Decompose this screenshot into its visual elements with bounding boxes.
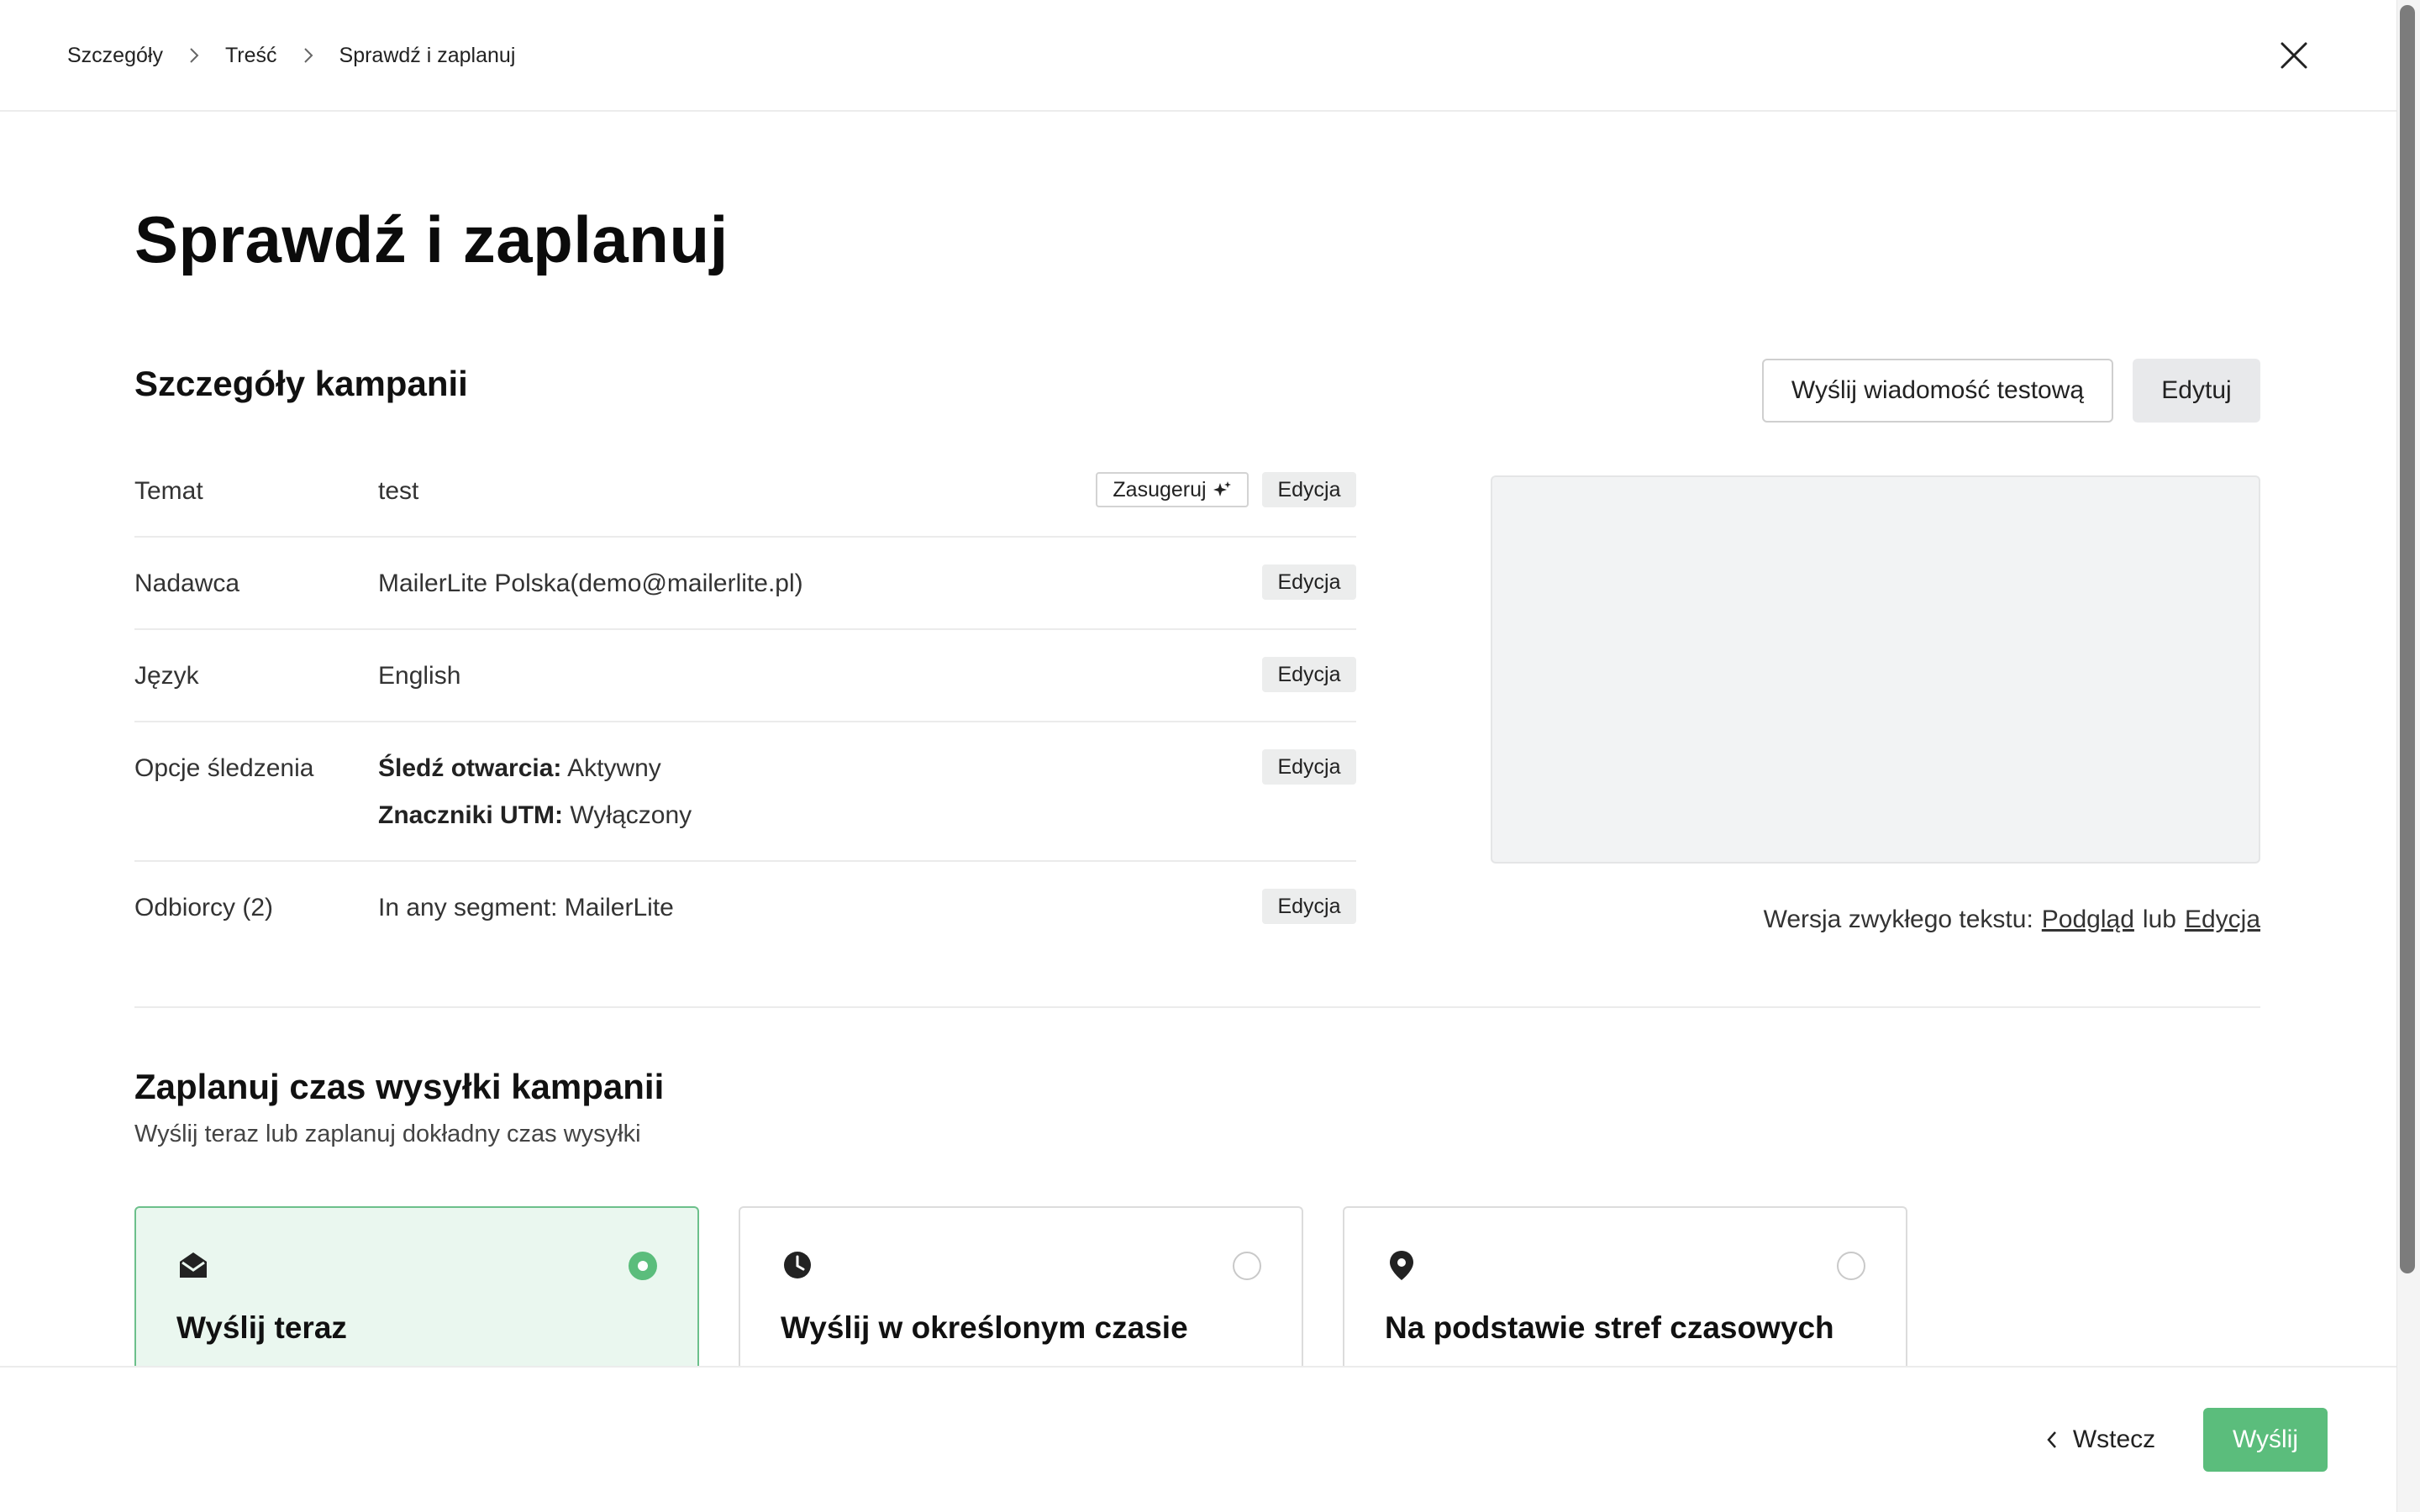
detail-row-subject: Temat test Zasugeruj Edycja: [134, 445, 1356, 538]
detail-value: MailerLite Polska(demo@mailerlite.pl): [378, 570, 803, 597]
option-title: Wyślij w określonym czasie: [781, 1310, 1188, 1345]
top-bar: Szczegóły Treść Sprawdź i zaplanuj: [0, 0, 2396, 112]
detail-row-tracking: Opcje śledzenia Śledź otwarcia: Aktywny …: [134, 722, 1356, 862]
plain-text-prefix: Wersja zwykłego tekstu:: [1763, 906, 2033, 933]
utm-value: Wyłączony: [570, 801, 692, 829]
schedule-option-send-now[interactable]: Wyślij teraz: [134, 1206, 699, 1374]
plain-text-or: lub: [2142, 906, 2176, 933]
option-title: Na podstawie stref czasowych: [1385, 1310, 1834, 1345]
suggest-subject-button[interactable]: Zasugeruj: [1096, 472, 1249, 507]
map-pin-icon: [1390, 1251, 1413, 1280]
back-button[interactable]: Wstecz: [2033, 1408, 2168, 1472]
plain-text-preview-link[interactable]: Podgląd: [2042, 906, 2134, 934]
campaign-details-title: Szczegóły kampanii: [134, 364, 468, 403]
detail-value: In any segment: MailerLite: [378, 894, 674, 921]
close-button[interactable]: [2275, 37, 2312, 74]
close-icon: [2281, 42, 2307, 69]
edit-language-button[interactable]: Edycja: [1262, 657, 1356, 692]
edit-subject-button[interactable]: Edycja: [1262, 472, 1356, 507]
schedule-option-timezones[interactable]: Na podstawie stref czasowych: [1343, 1206, 1907, 1374]
tracking-utm: Znaczniki UTM: Wyłączony: [378, 801, 692, 830]
detail-row-recipients: Odbiorcy (2) In any segment: MailerLite …: [134, 862, 1356, 954]
edit-sender-button[interactable]: Edycja: [1262, 564, 1356, 600]
chevron-right-icon: [163, 46, 225, 65]
detail-label: Język: [134, 662, 199, 690]
plain-text-edit-link[interactable]: Edycja: [2185, 906, 2260, 934]
breadcrumb-item-content[interactable]: Treść: [225, 44, 277, 68]
radio-unselected[interactable]: [1837, 1252, 1865, 1280]
detail-label: Odbiorcy (2): [134, 894, 274, 921]
page-title: Sprawdź i zaplanuj: [134, 202, 729, 276]
breadcrumb-item-review: Sprawdź i zaplanuj: [339, 43, 516, 67]
breadcrumb: Szczegóły Treść Sprawdź i zaplanuj: [67, 39, 515, 72]
suggest-label: Zasugeruj: [1113, 477, 1207, 501]
detail-row-sender: Nadawca MailerLite Polska(demo@mailerlit…: [134, 538, 1356, 630]
tracking-opens: Śledź otwarcia: Aktywny: [378, 754, 661, 783]
back-label: Wstecz: [2072, 1425, 2156, 1453]
radio-selected[interactable]: [629, 1252, 657, 1280]
tracking-opens-label: Śledź otwarcia:: [378, 754, 562, 782]
sparkles-icon: [1213, 481, 1231, 496]
breadcrumb-item-details[interactable]: Szczegóły: [67, 44, 163, 68]
detail-label: Opcje śledzenia: [134, 754, 314, 782]
edit-recipients-button[interactable]: Edycja: [1262, 889, 1356, 924]
chevron-right-icon: [277, 46, 339, 65]
plain-text-version: Wersja zwykłego tekstu: Podgląd lub Edyc…: [1764, 906, 2260, 934]
campaign-details-table: Temat test Zasugeruj Edycja Nadawca Mail…: [134, 445, 1356, 954]
utm-label: Znaczniki UTM:: [378, 801, 564, 829]
tracking-opens-value: Aktywny: [567, 754, 661, 782]
detail-value: English: [378, 662, 461, 690]
schedule-option-specific-time[interactable]: Wyślij w określonym czasie: [739, 1206, 1303, 1374]
edit-tracking-button[interactable]: Edycja: [1262, 749, 1356, 785]
detail-label: Nadawca: [134, 570, 240, 597]
detail-value: test: [378, 477, 419, 505]
send-test-button[interactable]: Wyślij wiadomość testową: [1762, 359, 2113, 423]
email-preview-thumbnail[interactable]: [1491, 475, 2260, 864]
scrollbar-thumb[interactable]: [2400, 5, 2415, 1273]
radio-unselected[interactable]: [1233, 1252, 1261, 1280]
envelope-open-icon: [180, 1252, 207, 1278]
send-button[interactable]: Wyślij: [2203, 1408, 2328, 1472]
schedule-title: Zaplanuj czas wysyłki kampanii: [134, 1067, 665, 1106]
campaign-review-page: Szczegóły Treść Sprawdź i zaplanuj Spraw…: [0, 0, 2420, 1512]
clock-icon: [784, 1252, 811, 1278]
schedule-subtitle: Wyślij teraz lub zaplanuj dokładny czas …: [134, 1121, 641, 1147]
detail-label: Temat: [134, 477, 203, 505]
edit-design-button[interactable]: Edytuj: [2133, 359, 2260, 423]
chevron-left-icon: [2047, 1431, 2056, 1448]
option-title: Wyślij teraz: [176, 1310, 347, 1345]
section-divider: [134, 1006, 2260, 1008]
detail-row-language: Język English Edycja: [134, 630, 1356, 722]
